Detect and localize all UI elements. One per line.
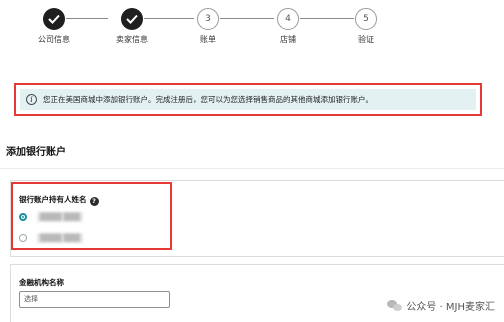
radio-button[interactable] <box>19 234 27 242</box>
step-seller-info[interactable]: 卖家信息 <box>102 8 162 45</box>
account-holder-label: 银行账户持有人姓名? <box>19 194 99 206</box>
help-icon[interactable]: ? <box>89 197 99 206</box>
wechat-logo-icon <box>387 299 403 312</box>
account-holder-name-redacted: ████ ███ <box>37 212 83 222</box>
page-title: 添加银行账户 <box>6 147 66 158</box>
step-label: 账单 <box>200 35 216 44</box>
radio-button-selected[interactable] <box>19 213 27 221</box>
step-number: 4 <box>277 8 299 30</box>
step-label: 验证 <box>358 35 374 44</box>
institution-select[interactable]: 选择 <box>19 291 170 308</box>
step-verification: 5 验证 <box>336 8 396 45</box>
account-holder-option[interactable]: ████ ███ <box>19 233 83 243</box>
check-icon <box>121 8 143 30</box>
watermark-text: 公众号 · MJH麦家汇 <box>406 302 495 313</box>
info-banner: i 您正在美国商城中添加银行账户。完成注册后，您可以为您选择销售商品的其他商城添… <box>20 89 476 110</box>
institution-label: 金融机构名称 <box>19 278 64 287</box>
divider <box>0 168 504 169</box>
step-number: 5 <box>355 8 377 30</box>
registration-stepper: 公司信息 卖家信息 3 账单 4 店铺 5 验证 <box>0 0 504 60</box>
banner-text: 您正在美国商城中添加银行账户。完成注册后，您可以为您选择销售商品的其他商城添加银… <box>43 95 373 104</box>
watermark: 公众号 · MJH麦家汇 <box>384 296 498 315</box>
step-store: 4 店铺 <box>258 8 318 45</box>
step-label: 卖家信息 <box>116 35 148 44</box>
step-billing: 3 账单 <box>178 8 238 45</box>
step-label: 店铺 <box>280 35 296 44</box>
info-icon: i <box>26 94 37 105</box>
step-company-info[interactable]: 公司信息 <box>24 8 84 45</box>
check-icon <box>43 8 65 30</box>
account-holder-label-text: 银行账户持有人姓名 <box>19 195 87 204</box>
banner-highlight-frame: i 您正在美国商城中添加银行账户。完成注册后，您可以为您选择销售商品的其他商城添… <box>14 83 482 116</box>
account-holder-option[interactable]: ████ ███ <box>19 212 83 222</box>
account-holder-name-redacted: ████ ███ <box>37 233 83 243</box>
step-label: 公司信息 <box>38 35 70 44</box>
step-number: 3 <box>197 8 219 30</box>
